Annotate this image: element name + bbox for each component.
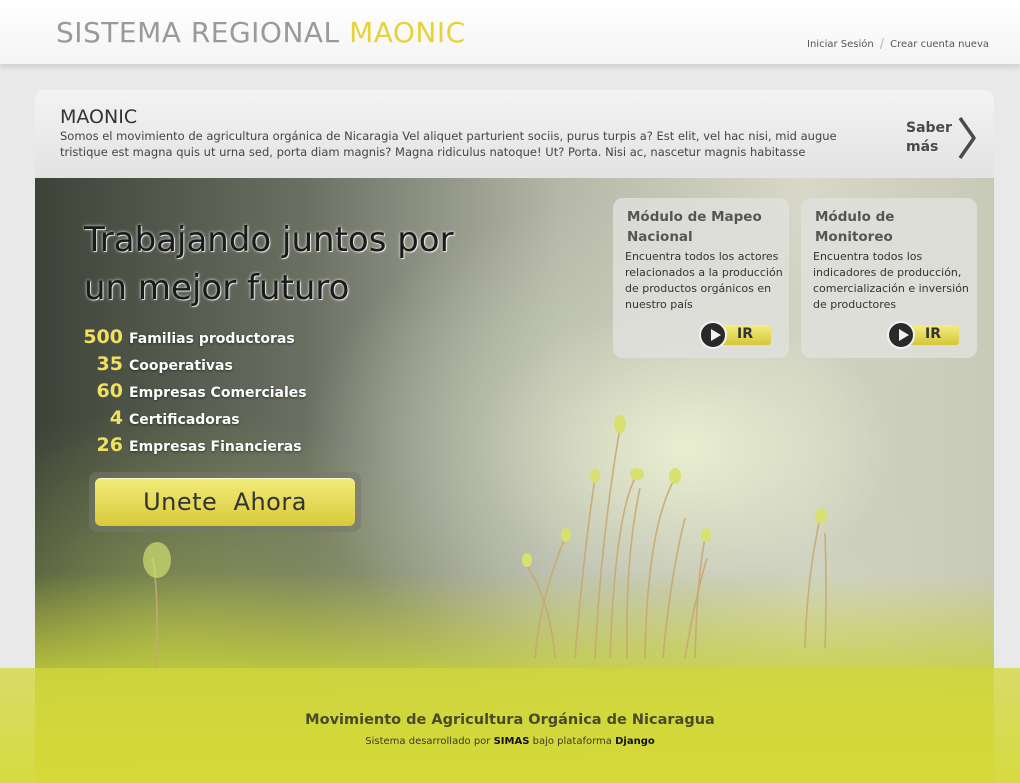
go-button-label: IR bbox=[737, 326, 753, 342]
stat-label: Empresas Comerciales bbox=[129, 385, 307, 401]
stats-list: 500 Familias productoras 35 Cooperativas… bbox=[83, 326, 307, 461]
module-title: Módulo de Mapeo Nacional bbox=[627, 209, 762, 245]
play-icon bbox=[887, 321, 915, 349]
auth-separator: / bbox=[879, 37, 885, 52]
stat-label: Familias productoras bbox=[129, 331, 295, 347]
site-footer: Movimiento de Agricultura Orgánica de Ni… bbox=[0, 668, 1020, 783]
credit-platform-link[interactable]: Django bbox=[615, 736, 655, 747]
stat-item: 4 Certificadoras bbox=[83, 407, 307, 434]
footer-title: Movimiento de Agricultura Orgánica de Ni… bbox=[305, 712, 715, 728]
intro-text: Somos el movimiento de agricultura orgán… bbox=[60, 129, 837, 159]
stat-item: 500 Familias productoras bbox=[83, 326, 307, 353]
stat-value: 500 bbox=[83, 326, 123, 348]
join-now-button[interactable]: Unete Ahora bbox=[95, 478, 355, 526]
site-title-main: SISTEMA REGIONAL bbox=[56, 16, 340, 49]
stat-value: 60 bbox=[96, 380, 123, 402]
stat-value: 35 bbox=[96, 353, 123, 375]
intro-panel: MAONIC Somos el movimiento de agricultur… bbox=[35, 90, 994, 182]
site-title[interactable]: SISTEMA REGIONAL MAONIC bbox=[56, 16, 466, 49]
credit-prefix: Sistema desarrollado por bbox=[365, 736, 491, 747]
hero-headline: Trabajando juntos por un mejor futuro bbox=[84, 220, 454, 308]
module-title: Módulo de Monitoreo bbox=[815, 209, 895, 245]
stat-label: Certificadoras bbox=[129, 412, 240, 428]
site-title-brand: MAONIC bbox=[349, 16, 466, 49]
stat-item: 26 Empresas Financieras bbox=[83, 434, 307, 461]
stat-label: Empresas Financieras bbox=[129, 439, 302, 455]
auth-links: Iniciar Sesión / Crear cuenta nueva bbox=[807, 37, 989, 52]
module-card-monitoring: Módulo de Monitoreo Encuentra todos los … bbox=[801, 198, 977, 358]
module-card-mapping: Módulo de Mapeo Nacional Encuentra todos… bbox=[613, 198, 789, 358]
credit-middle: bajo plataforma bbox=[532, 736, 612, 747]
go-button-label: IR bbox=[925, 326, 941, 342]
chevron-right-icon bbox=[958, 116, 976, 160]
stat-item: 35 Cooperativas bbox=[83, 353, 307, 380]
stat-value: 4 bbox=[109, 407, 123, 429]
module-description: Encuentra todos los indicadores de produ… bbox=[813, 250, 969, 311]
module-description: Encuentra todos los actores relacionados… bbox=[625, 250, 783, 311]
go-button-monitoring[interactable]: IR bbox=[887, 321, 959, 349]
play-icon bbox=[699, 321, 727, 349]
credit-org-link[interactable]: SIMAS bbox=[494, 736, 530, 747]
site-header: SISTEMA REGIONAL MAONIC Iniciar Sesión /… bbox=[0, 0, 1020, 64]
stat-item: 60 Empresas Comerciales bbox=[83, 380, 307, 407]
footer-credits: Sistema desarrollado por SIMAS bajo plat… bbox=[0, 736, 1020, 747]
read-more-label: Saber más bbox=[906, 120, 952, 155]
signup-link[interactable]: Crear cuenta nueva bbox=[890, 39, 989, 50]
go-button-mapping[interactable]: IR bbox=[699, 321, 771, 349]
join-button-frame: Unete Ahora bbox=[89, 472, 361, 532]
login-link[interactable]: Iniciar Sesión bbox=[807, 39, 874, 50]
stat-label: Cooperativas bbox=[129, 358, 233, 374]
read-more-button[interactable]: Saber más bbox=[906, 116, 978, 160]
intro-title: MAONIC bbox=[60, 106, 138, 128]
stat-value: 26 bbox=[96, 434, 123, 456]
